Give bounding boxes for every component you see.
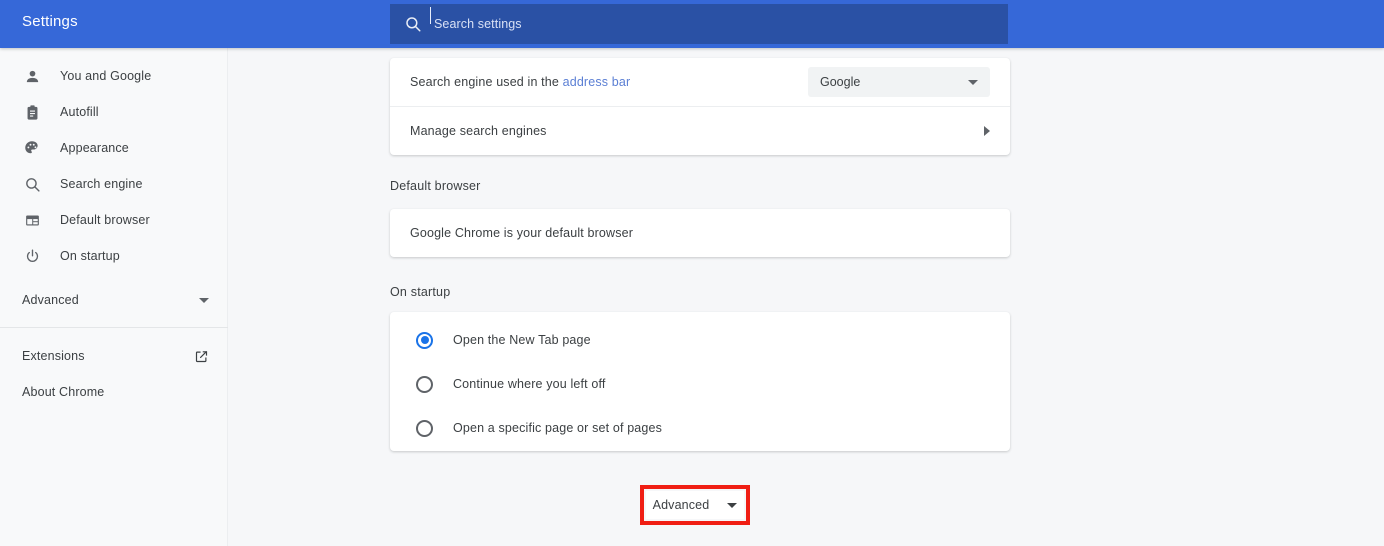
sidebar-item-label: Default browser (60, 213, 150, 227)
sidebar-item-label: Search engine (60, 177, 143, 191)
person-icon (22, 66, 42, 86)
sidebar-item-label: Autofill (60, 105, 99, 119)
search-icon (404, 15, 422, 33)
settings-sidebar: You and Google Autofill (0, 48, 228, 546)
chevron-down-icon (199, 298, 209, 303)
sidebar-item-about-chrome[interactable]: About Chrome (0, 374, 227, 410)
search-engine-card: Search engine used in the address bar Go… (390, 58, 1010, 155)
chrome-settings-page: Settings Search settings (0, 0, 1384, 546)
address-bar-link[interactable]: address bar (563, 75, 631, 89)
manage-search-engines-row[interactable]: Manage search engines (390, 107, 1010, 155)
sidebar-item-default-browser[interactable]: Default browser (0, 202, 227, 238)
startup-option-label: Continue where you left off (453, 377, 606, 391)
radio-button[interactable] (416, 376, 433, 393)
search-engine-select[interactable]: Google (808, 67, 990, 97)
sidebar-item-on-startup[interactable]: On startup (0, 238, 227, 274)
sidebar-item-search-engine[interactable]: Search engine (0, 166, 227, 202)
manage-search-engines-label: Manage search engines (410, 124, 547, 138)
page-title: Settings (22, 13, 78, 30)
startup-option-label: Open the New Tab page (453, 333, 591, 347)
default-browser-status-text: Google Chrome is your default browser (410, 226, 633, 240)
browser-window-icon (22, 210, 42, 230)
search-icon (22, 174, 42, 194)
sidebar-item-autofill[interactable]: Autofill (0, 94, 227, 130)
text-caret (430, 7, 431, 24)
sidebar-item-extensions[interactable]: Extensions (0, 338, 227, 374)
chevron-right-icon (984, 126, 990, 136)
search-engine-row: Search engine used in the address bar Go… (390, 58, 1010, 106)
sidebar-item-label: Extensions (22, 349, 85, 363)
startup-option-continue[interactable]: Continue where you left off (390, 362, 1010, 406)
radio-button[interactable] (416, 420, 433, 437)
search-engine-row-label: Search engine used in the address bar (410, 75, 630, 89)
sidebar-item-advanced[interactable]: Advanced (0, 282, 227, 318)
default-browser-card: Google Chrome is your default browser (390, 209, 1010, 257)
clipboard-icon (22, 102, 42, 122)
default-browser-section-title: Default browser (390, 179, 481, 193)
on-startup-card: Open the New Tab page Continue where you… (390, 312, 1010, 451)
search-engine-selected-value: Google (820, 75, 860, 89)
advanced-button-highlight (640, 485, 750, 525)
settings-header: Settings Search settings (0, 0, 1384, 48)
search-engine-label-prefix: Search engine used in the (410, 75, 563, 89)
power-icon (22, 246, 42, 266)
on-startup-section-title: On startup (390, 285, 450, 299)
sidebar-item-label: On startup (60, 249, 120, 263)
startup-option-specific-page[interactable]: Open a specific page or set of pages (390, 406, 1010, 450)
settings-content: Search engine used in the address bar Go… (228, 48, 1384, 546)
sidebar-item-appearance[interactable]: Appearance (0, 130, 227, 166)
chevron-down-icon (968, 80, 978, 85)
sidebar-item-you-and-google[interactable]: You and Google (0, 58, 227, 94)
radio-button-selected[interactable] (416, 332, 433, 349)
sidebar-item-label: About Chrome (22, 385, 104, 399)
external-link-icon (194, 349, 209, 364)
sidebar-item-label: You and Google (60, 69, 151, 83)
search-settings-box[interactable]: Search settings (390, 4, 1008, 44)
sidebar-divider (0, 327, 228, 328)
search-input[interactable]: Search settings (434, 17, 522, 31)
default-browser-status-row: Google Chrome is your default browser (390, 209, 1010, 257)
sidebar-advanced-label: Advanced (22, 293, 79, 307)
startup-option-label: Open a specific page or set of pages (453, 421, 662, 435)
palette-icon (22, 138, 42, 158)
startup-option-new-tab[interactable]: Open the New Tab page (390, 318, 1010, 362)
sidebar-item-label: Appearance (60, 141, 129, 155)
